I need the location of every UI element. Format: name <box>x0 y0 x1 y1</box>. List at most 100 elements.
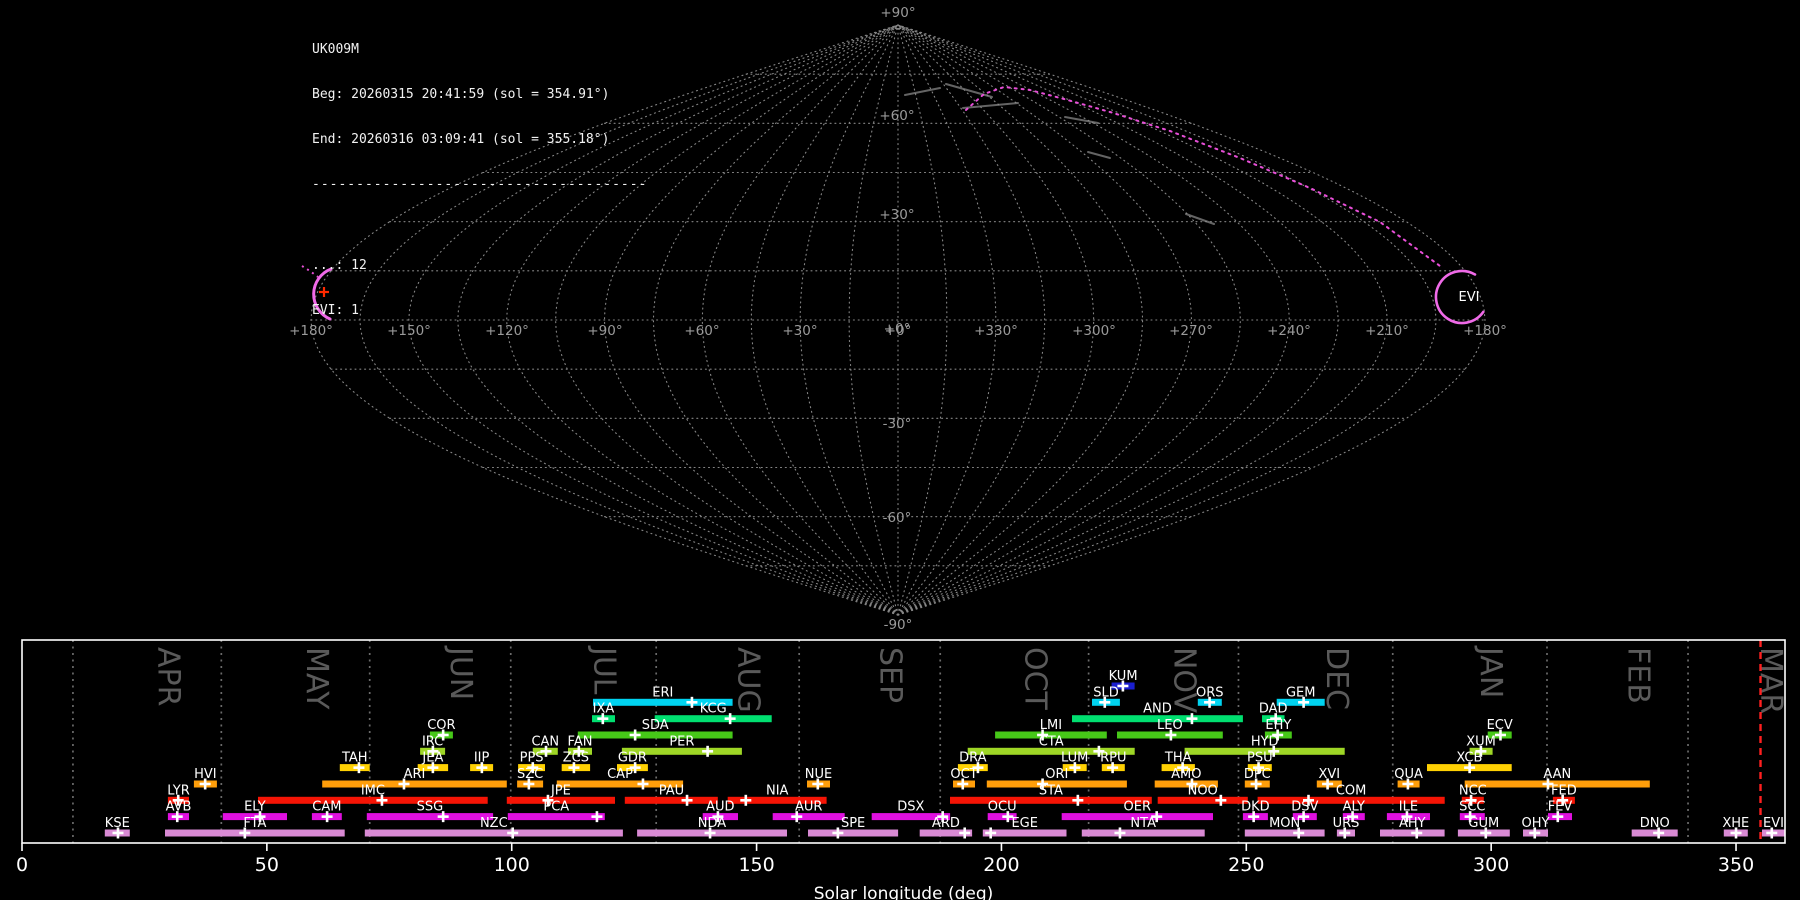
month-label: JAN <box>1473 645 1508 698</box>
shower-label-EVI: EVI <box>1763 816 1784 831</box>
shower-label-NCC: NCC <box>1459 783 1487 798</box>
header-separator: -------------------------------------- <box>312 177 648 192</box>
shower-label-HVI: HVI <box>194 767 217 782</box>
shower-label-NTA: NTA <box>1130 816 1156 831</box>
shower-label-KUM: KUM <box>1109 669 1138 684</box>
x-axis-ticks: 0 50 100 150 200 250 300 350 <box>16 843 1754 876</box>
pole-top-label: +90° <box>880 5 915 21</box>
x-tick-label: 350 <box>1718 854 1754 876</box>
shower-peak-cross-ERI <box>686 696 698 708</box>
shower-label-NZC: NZC <box>480 816 508 831</box>
shower-label-DKD: DKD <box>1241 800 1270 815</box>
shower-label-PAU: PAU <box>659 783 684 798</box>
shower-label-NOO: NOO <box>1188 783 1218 798</box>
meteor-streak <box>904 87 941 96</box>
shower-label-DAD: DAD <box>1259 702 1288 717</box>
timeline-chart: APR MAY JUN JUL AUG SEP OCT NOV DEC JAN FEB MARKUME… <box>16 639 1788 900</box>
shower-label-NUE: NUE <box>805 767 832 782</box>
shower-label-EHY: EHY <box>1265 718 1291 733</box>
shower-label-AUR: AUR <box>795 800 822 815</box>
shower-label-COM: COM <box>1336 783 1367 798</box>
shower-label-DSX: DSX <box>897 800 924 815</box>
station-id: UK009M <box>312 42 359 57</box>
month-label: JUN <box>443 645 478 700</box>
shower-label-SPE: SPE <box>841 816 865 831</box>
meteor-radiant-app: +90° -90° +180° +150° +120° +90° +60° +30° +0° +3… <box>0 0 1800 900</box>
shower-label-MON: MON <box>1269 816 1300 831</box>
header-gap <box>312 222 647 228</box>
shower-label-NIA: NIA <box>766 783 789 798</box>
observation-header: UK009M Beg: 20260315 20:41:59 (sol = 354… <box>312 12 647 348</box>
shower-label-URS: URS <box>1333 816 1360 831</box>
shower-label-AMO: AMO <box>1171 767 1201 782</box>
shower-label-OHY: OHY <box>1522 816 1550 831</box>
shower-label-XUM: XUM <box>1466 734 1496 749</box>
shower-peak-cross-NZC <box>507 827 519 839</box>
shower-label-SSG: SSG <box>417 800 444 815</box>
shower-label-ECV: ECV <box>1487 718 1513 733</box>
shower-label-SLD: SLD <box>1093 685 1119 700</box>
shower-label-AUD: AUD <box>706 800 734 815</box>
shower-label-AND: AND <box>1143 702 1172 717</box>
shower-label-OCU: OCU <box>988 800 1017 815</box>
shower-label-GDR: GDR <box>618 751 647 766</box>
shower-peak-cross-CAP <box>637 778 649 790</box>
equator-longitude-label: +180° <box>1463 323 1507 339</box>
meteor-streak <box>1064 116 1099 124</box>
shower-peak-cross-ARD <box>959 827 971 839</box>
shower-peak-cross-PCA <box>591 811 603 823</box>
equator-longitude-label: +270° <box>1169 323 1213 339</box>
radiant-label: EVI <box>1459 290 1480 305</box>
equator-longitude-label: +330° <box>974 323 1018 339</box>
shower-label-ZCS: ZCS <box>563 751 589 766</box>
shower-label-XCB: XCB <box>1456 751 1482 766</box>
shower-peak-cross-SDA <box>629 729 641 741</box>
month-label: FEB <box>1621 647 1656 704</box>
shower-label-JPE: JPE <box>550 783 571 798</box>
shower-label-OCT: OCT <box>950 767 977 782</box>
shower-label-AHY: AHY <box>1399 816 1426 831</box>
meteor-streak <box>1087 151 1111 159</box>
shower-label-KSE: KSE <box>105 816 130 831</box>
shower-label-CTA: CTA <box>1039 734 1064 749</box>
sky-and-timeline-canvas: +90°-90°+180° +150° +120° +90° +60° +30° +0° +3… <box>16 5 1788 900</box>
equator-longitude-label: +60° <box>684 323 719 339</box>
shower-bars: KUM ERI SLD ORS GEM IXA KCG AND DAD COR SDA LMI LEO E… <box>104 669 1785 839</box>
shower-label-DSV: DSV <box>1291 800 1318 815</box>
shower-label-AAN: AAN <box>1543 767 1571 782</box>
shower-label-OER: OER <box>1124 800 1151 815</box>
latitude-label: +60° <box>879 108 914 124</box>
shower-label-ARD: ARD <box>932 816 960 831</box>
shower-label-ORS: ORS <box>1196 685 1224 700</box>
shower-peak-cross-NIA <box>740 794 752 806</box>
shower-label-DRA: DRA <box>959 751 987 766</box>
shower-label-COR: COR <box>427 718 455 733</box>
shower-label-FEV: FEV <box>1548 800 1573 815</box>
x-axis-title: Solar longitude (deg) <box>814 884 994 900</box>
shower-label-IMC: IMC <box>361 783 385 798</box>
shower-label-TAH: TAH <box>341 751 368 766</box>
end-time: End: 20260316 03:09:41 (sol = 355.18°) <box>312 132 610 147</box>
shower-label-ORI: ORI <box>1045 767 1068 782</box>
shower-label-AVB: AVB <box>166 800 192 815</box>
shower-peak-cross-STA <box>1072 794 1084 806</box>
shower-label-LYR: LYR <box>167 783 190 798</box>
shower-label-SZC: SZC <box>517 767 543 782</box>
shower-peak-cross-AND <box>1186 713 1198 725</box>
shower-label-PCA: PCA <box>543 800 569 815</box>
latitude-label: -30° <box>883 416 912 432</box>
shower-label-XVI: XVI <box>1318 767 1340 782</box>
x-tick-label: 50 <box>255 854 279 876</box>
month-label: AUG <box>731 647 766 713</box>
shower-label-CAM: CAM <box>312 800 341 815</box>
shower-peak-cross-NTA <box>1114 827 1126 839</box>
shower-label-RPU: RPU <box>1100 751 1126 766</box>
shower-label-NDA: NDA <box>698 816 727 831</box>
shower-label-ALY: ALY <box>1343 800 1365 815</box>
shower-label-LEO: LEO <box>1157 718 1183 733</box>
shower-label-KCG: KCG <box>700 702 727 717</box>
latitude-label: +30° <box>879 207 914 223</box>
x-tick-label: 0 <box>16 854 28 876</box>
shower-label-SDA: SDA <box>642 718 669 733</box>
shower-label-PER: PER <box>669 734 694 749</box>
